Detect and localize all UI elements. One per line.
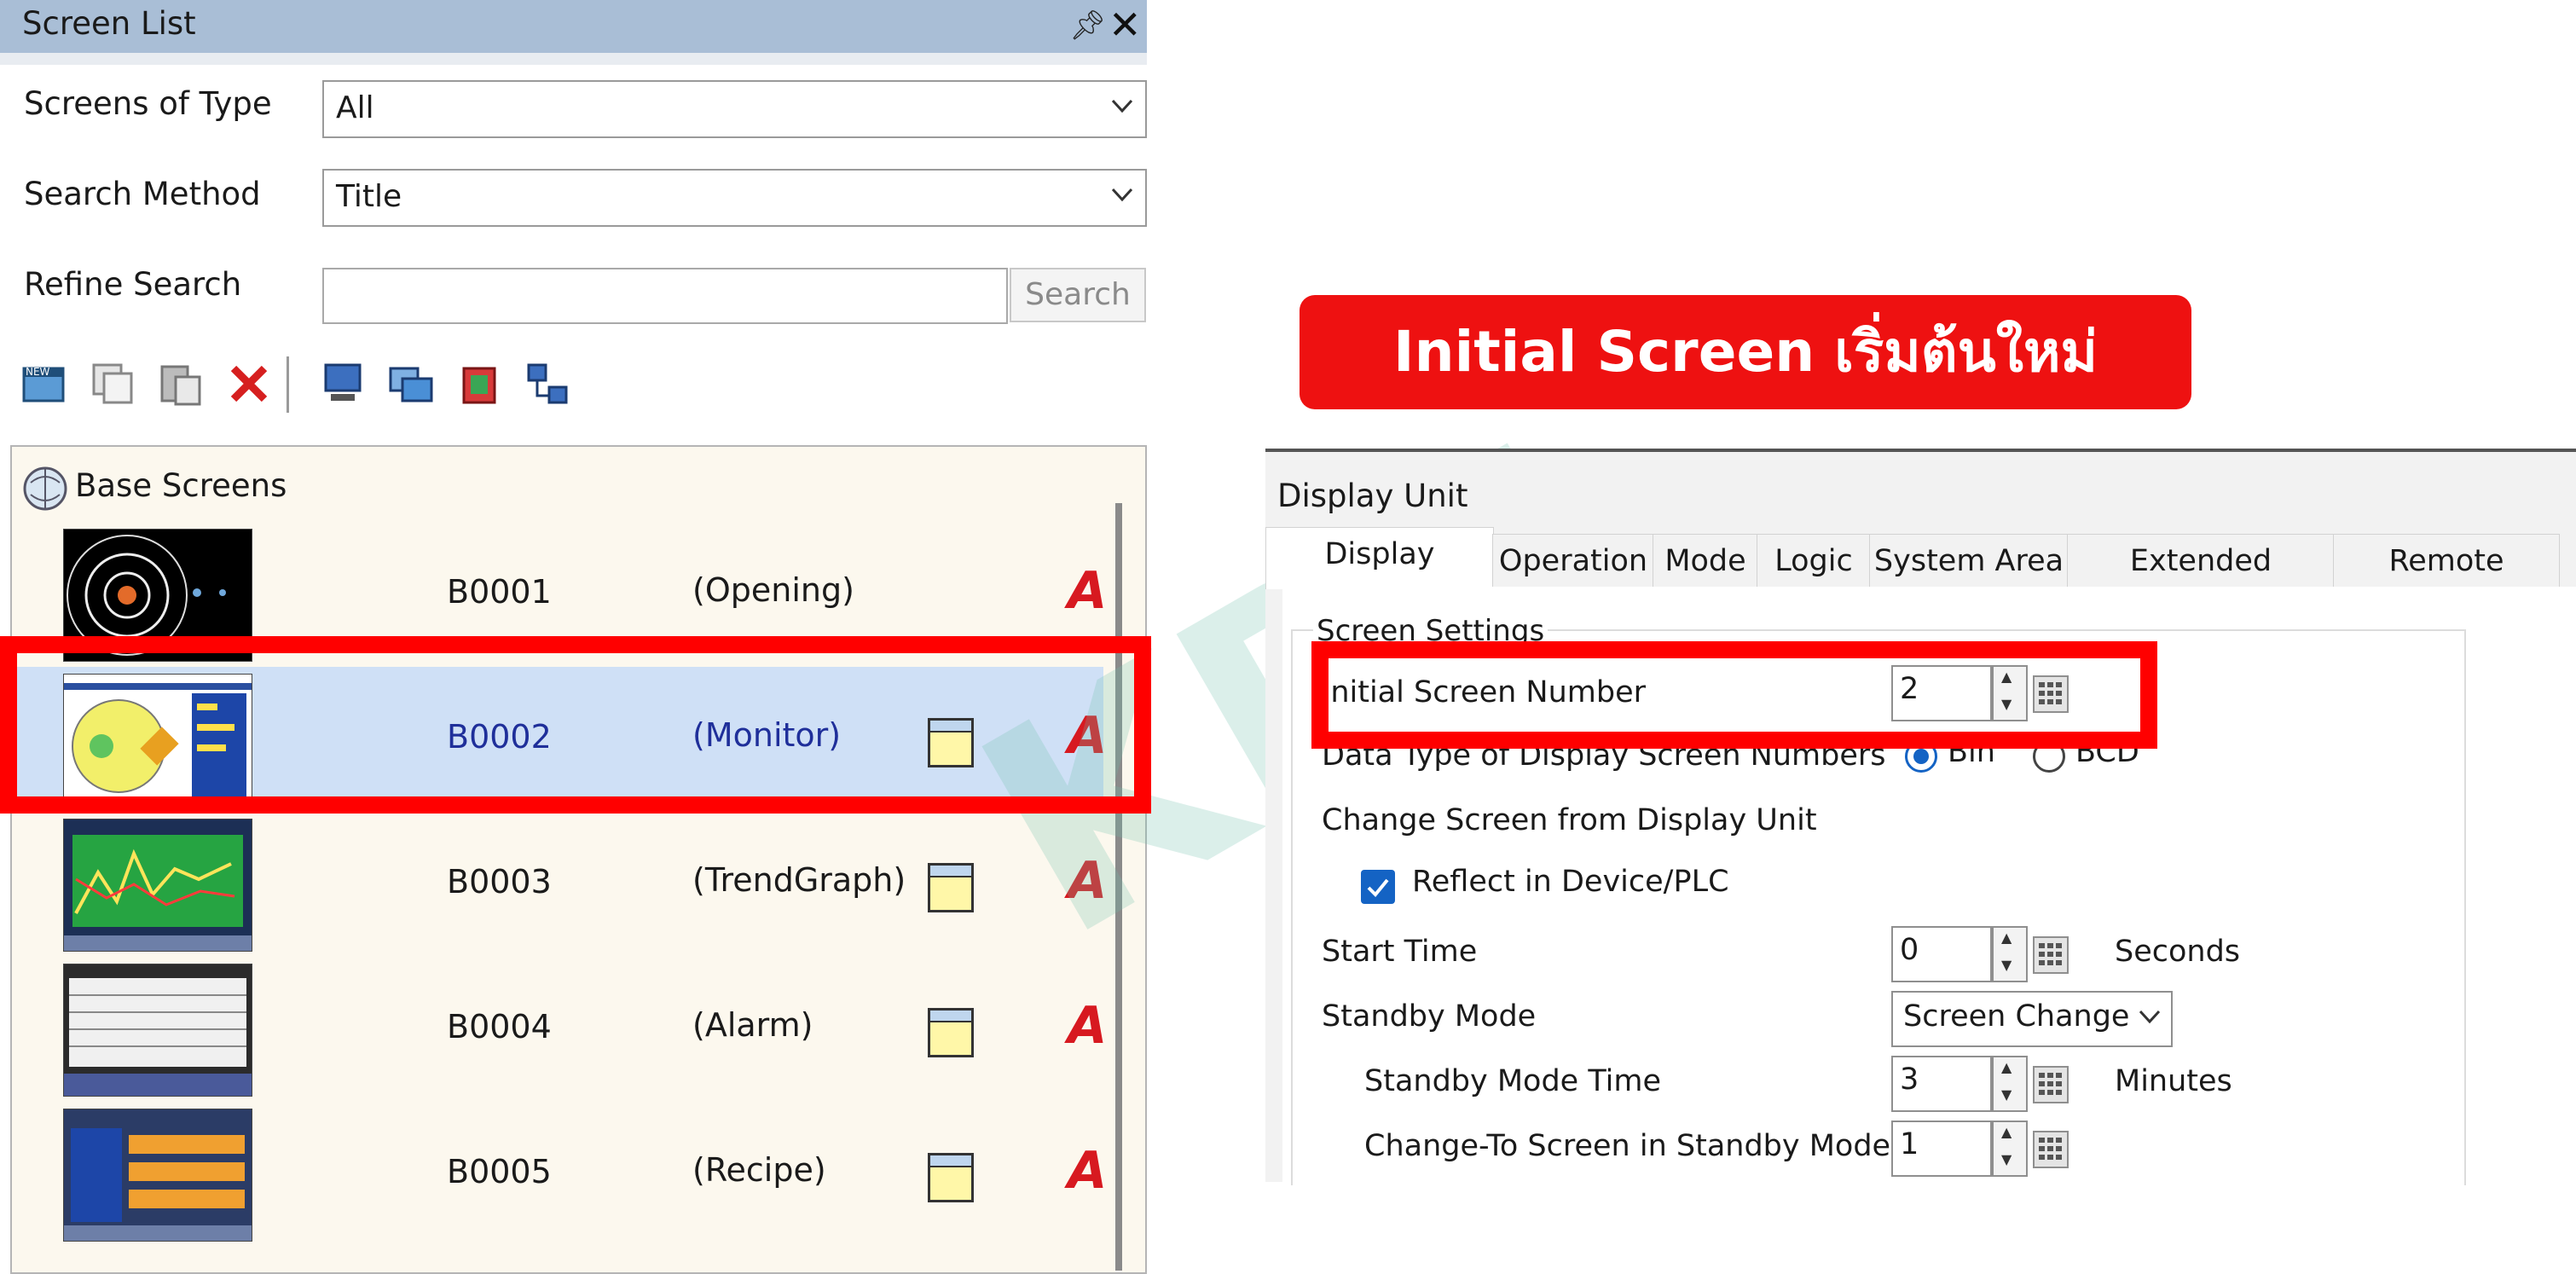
refine-search-row: Refine Search Search (10, 247, 1147, 329)
standby-mode-label: Standby Mode (1322, 999, 1537, 1034)
standby-mode-time-unit: Minutes (2115, 1064, 2232, 1098)
refine-search-input[interactable] (322, 268, 1008, 324)
dialog-title: Display Unit (1277, 478, 1468, 514)
change-screen-label: Change Screen from Display Unit (1322, 803, 1817, 837)
screens-of-type-select[interactable]: All (322, 80, 1147, 138)
screen-row-b0003[interactable]: B0003 (TrendGraph) A (12, 812, 1107, 957)
chevron-down-icon (1111, 99, 1133, 113)
screen-tree: Base Screens B0001 (Opening) A B0002 (Mo… (10, 445, 1147, 1274)
search-method-select[interactable]: Title (322, 169, 1147, 227)
import-icon[interactable] (455, 360, 503, 408)
chevron-down-icon (2139, 1010, 2161, 1024)
display-icon[interactable] (319, 360, 367, 408)
screen-type-a-icon: A (1068, 996, 1108, 1056)
memo-icon (928, 1008, 974, 1057)
keypad-icon[interactable] (2033, 1066, 2069, 1103)
new-screen-icon[interactable]: NEW (20, 360, 68, 408)
change-to-screen-spinner[interactable] (1992, 1121, 2028, 1177)
search-button[interactable]: Search (1010, 268, 1146, 322)
search-method-row: Search Method Title (10, 157, 1147, 239)
screen-thumbnail (63, 819, 252, 952)
highlight-box-selected-row (0, 636, 1151, 814)
settings-tabs: Display Settings Operation Mode Logic Sy… (1265, 527, 2576, 631)
search-method-label: Search Method (24, 176, 261, 212)
change-to-screen-label: Change-To Screen in Standby Mode (1364, 1129, 1891, 1163)
screen-code: B0005 (447, 1153, 552, 1190)
reflect-checkbox[interactable] (1361, 870, 1395, 904)
screen-row-b0005[interactable]: B0005 (Recipe) A (12, 1102, 1107, 1247)
tab-mode[interactable]: Mode (1653, 534, 1758, 588)
standby-mode-time-spinner[interactable] (1992, 1056, 2028, 1112)
highlight-box-initial-screen (1311, 641, 2157, 749)
change-to-screen-input[interactable]: 1 (1891, 1121, 1992, 1177)
start-time-spinner[interactable] (1992, 926, 2028, 982)
copy-icon[interactable] (89, 360, 136, 408)
close-icon[interactable]: ✕ (1109, 2, 1142, 48)
panel-titlebar: Screen List 📌︎ ✕ (0, 0, 1147, 53)
screen-code: B0003 (447, 863, 552, 900)
network-icon[interactable] (524, 360, 571, 408)
screen-name: (Recipe) (692, 1151, 826, 1189)
screen-name: (TrendGraph) (692, 861, 906, 899)
screens-of-type-label: Screens of Type (24, 85, 272, 122)
paste-icon[interactable] (157, 360, 205, 408)
keypad-icon[interactable] (2033, 936, 2069, 974)
windows-icon[interactable] (387, 360, 435, 408)
screens-of-type-row: Screens of Type All (10, 68, 1147, 150)
tab-logic[interactable]: Logic (1757, 534, 1871, 588)
screen-code: B0004 (447, 1008, 552, 1045)
reflect-label: Reflect in Device/PLC (1412, 865, 1729, 899)
memo-icon (928, 863, 974, 912)
delete-icon[interactable] (225, 360, 273, 408)
screen-name: (Alarm) (692, 1006, 813, 1044)
screen-type-a-icon: A (1068, 1141, 1108, 1201)
tab-system-area[interactable]: System Area (1869, 534, 2069, 588)
chevron-down-icon (1111, 188, 1133, 202)
pin-icon[interactable]: 📌︎ (1069, 9, 1106, 43)
standby-mode-value: Screen Change (1903, 999, 2130, 1034)
start-time-input[interactable]: 0 (1891, 926, 1992, 982)
tab-remote-viewer[interactable]: Remote Viewer (2333, 534, 2560, 631)
tab-extended-settings[interactable]: Extended Settings (2067, 534, 2335, 631)
screen-toolbar: NEW (10, 345, 1147, 428)
screen-name: (Opening) (692, 571, 854, 609)
toolbar-separator (287, 356, 289, 413)
svg-text:NEW: NEW (26, 366, 50, 378)
start-time-label: Start Time (1322, 935, 1478, 969)
screen-code: B0001 (447, 573, 552, 611)
panel-strip (0, 53, 1147, 65)
start-time-unit: Seconds (2115, 935, 2241, 969)
globe-icon (23, 466, 67, 511)
tab-display-settings[interactable]: Display Settings (1265, 527, 1494, 624)
refine-search-label: Refine Search (24, 266, 242, 303)
screen-thumbnail (63, 964, 252, 1097)
standby-mode-time-input[interactable]: 3 (1891, 1056, 1992, 1112)
screen-thumbnail (63, 1109, 252, 1242)
tab-operation[interactable]: Operation (1492, 534, 1654, 588)
screen-row-b0004[interactable]: B0004 (Alarm) A (12, 957, 1107, 1102)
standby-mode-time-label: Standby Mode Time (1364, 1064, 1661, 1098)
base-screens-group[interactable]: Base Screens (75, 467, 287, 504)
keypad-icon[interactable] (2033, 1131, 2069, 1168)
panel-title: Screen List (22, 5, 196, 42)
search-method-value: Title (336, 179, 402, 214)
memo-icon (928, 1153, 974, 1202)
standby-mode-select[interactable]: Screen Change (1891, 991, 2173, 1047)
screens-of-type-value: All (336, 90, 374, 125)
annotation-banner: Initial Screen เริ่มต้นใหม่ (1300, 295, 2191, 409)
display-unit-dialog: Display Unit Display Settings Operation … (1265, 449, 2576, 1185)
